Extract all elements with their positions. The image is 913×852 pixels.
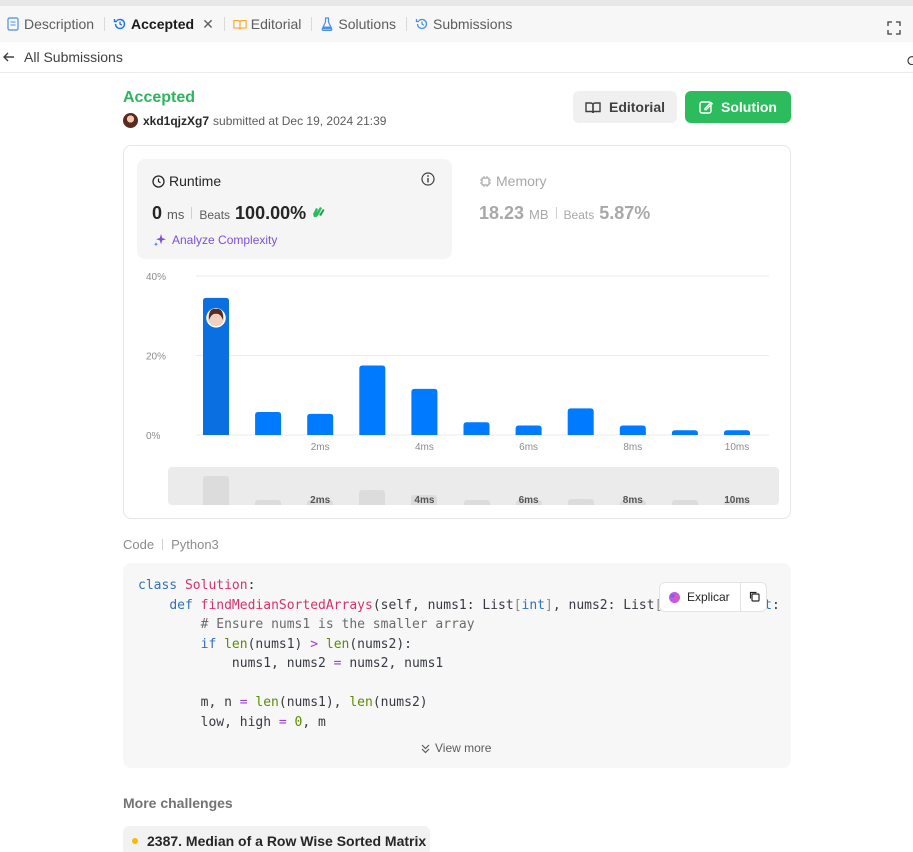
brain-icon [669, 591, 680, 603]
x-tick-label: 4ms [415, 442, 434, 453]
navigator-bar [255, 500, 282, 505]
y-tick-label: 40% [146, 272, 166, 283]
stats-card: Runtime 0 ms Beats 100.00% Analyze Compl… [123, 145, 791, 519]
tab-editorial[interactable]: Editorial [233, 12, 312, 36]
history-icon [415, 17, 429, 31]
book-icon [233, 17, 247, 31]
explain-button[interactable]: Explicar [659, 582, 767, 612]
tab-description-label: Description [24, 16, 95, 32]
arrow-left-icon[interactable] [2, 50, 16, 64]
tab-accepted[interactable]: Accepted ✕ [113, 12, 224, 36]
chart-bar[interactable] [515, 425, 542, 435]
navigator-tick-label: 2ms [310, 495, 331, 505]
x-tick-label: 8ms [623, 442, 642, 453]
code-language: Python3 [171, 537, 219, 552]
tab-divider [405, 17, 407, 31]
chart-bar[interactable] [411, 388, 438, 435]
solution-button-label: Solution [721, 99, 777, 115]
refresh-icon[interactable] [907, 54, 913, 68]
chart-bar[interactable] [671, 430, 698, 435]
runtime-distribution-chart[interactable]: 40% 20% 0% 2ms 4ms 6ms 8ms 10ms [124, 146, 792, 466]
username[interactable]: xkd1qjzXg7 [143, 114, 209, 128]
tab-editorial-label: Editorial [250, 16, 302, 32]
submitted-time: submitted at Dec 19, 2024 21:39 [213, 113, 387, 128]
navigator-bar [463, 500, 490, 505]
difficulty-dot [132, 838, 138, 844]
navigator-bar [359, 490, 386, 505]
editorial-button-label: Editorial [608, 99, 665, 115]
close-icon[interactable]: ✕ [202, 16, 214, 33]
y-tick-label: 20% [146, 352, 166, 363]
tab-divider [311, 17, 313, 31]
code-block[interactable]: class Solution: def findMedianSortedArra… [123, 563, 791, 768]
navigator-bar [567, 499, 594, 505]
chart-bar[interactable] [359, 365, 386, 435]
explain-label: Explicar [687, 590, 730, 604]
chart-bar[interactable] [463, 422, 490, 435]
navigator-tick-label: 8ms [622, 495, 643, 505]
back-row: All Submissions [0, 42, 913, 73]
tab-divider [104, 17, 106, 31]
navigator-tick-label: 10ms [724, 495, 750, 505]
divider [740, 583, 741, 611]
description-icon [6, 17, 20, 31]
divider [162, 539, 164, 550]
tab-divider [223, 17, 225, 31]
fullscreen-icon[interactable] [887, 21, 901, 35]
chart-bar[interactable] [724, 430, 750, 435]
x-tick-label: 6ms [519, 442, 538, 453]
tab-solutions-label: Solutions [338, 16, 396, 32]
submission-status: Accepted [123, 89, 196, 106]
challenge-label: 2387. Median of a Row Wise Sorted Matrix [147, 833, 427, 849]
flask-icon [320, 17, 334, 31]
code-header: Code Python3 [123, 537, 219, 552]
chart-range-navigator[interactable]: 2ms 4ms 6ms 8ms 10ms [168, 467, 779, 505]
all-submissions-link[interactable]: All Submissions [24, 49, 123, 65]
edit-icon [699, 101, 713, 114]
book-icon [585, 101, 601, 113]
view-more-button[interactable]: View more [420, 741, 491, 755]
navigator-bar [671, 500, 698, 505]
navigator-tick-label: 6ms [518, 495, 539, 505]
x-tick-label: 2ms [311, 442, 330, 453]
y-tick-label: 0% [146, 431, 161, 442]
tab-submissions[interactable]: Submissions [415, 12, 522, 36]
more-challenges-title: More challenges [123, 795, 233, 811]
chart-bar[interactable] [619, 425, 646, 435]
copy-icon[interactable] [748, 590, 761, 606]
editorial-button[interactable]: Editorial [573, 91, 677, 123]
submitter-info: xkd1qjzXg7 submitted at Dec 19, 2024 21:… [123, 113, 386, 128]
solution-button[interactable]: Solution [685, 91, 791, 123]
x-tick-label: 10ms [725, 442, 749, 453]
code-label: Code [123, 537, 155, 552]
tab-bar: Description Accepted ✕ Editorial Solutio… [0, 0, 913, 42]
tab-description[interactable]: Description [6, 12, 104, 36]
history-icon [113, 17, 127, 31]
chart-bar[interactable] [307, 413, 334, 435]
chart-bar[interactable] [255, 411, 282, 435]
navigator-tick-label: 4ms [414, 495, 435, 505]
view-more-label: View more [435, 741, 492, 755]
chart-bar[interactable] [567, 408, 594, 435]
tab-accepted-label: Accepted [131, 16, 195, 32]
chevron-double-down-icon [421, 744, 430, 753]
tab-solutions[interactable]: Solutions [320, 12, 406, 36]
tab-submissions-label: Submissions [432, 16, 513, 32]
avatar[interactable] [123, 113, 138, 128]
challenge-item[interactable]: 2387. Median of a Row Wise Sorted Matrix [123, 826, 430, 852]
navigator-bar [203, 475, 229, 505]
